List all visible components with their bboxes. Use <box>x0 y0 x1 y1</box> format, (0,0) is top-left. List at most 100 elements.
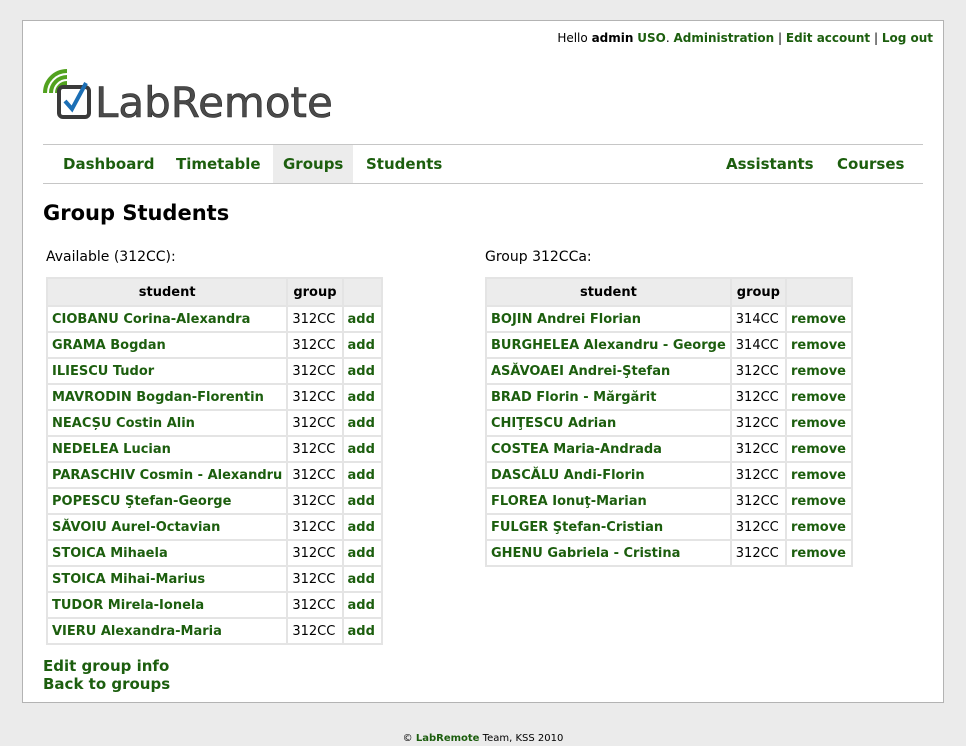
student-name-link[interactable]: BOJIN Andrei Florian <box>485 305 732 333</box>
student-name-link[interactable]: FULGER Ştefan-Cristian <box>485 513 732 541</box>
student-name-link[interactable]: GRAMA Bogdan <box>45 331 289 359</box>
student-name-link[interactable]: BRAD Florin - Mărgărit <box>485 383 732 411</box>
table-row: NEACȘU Costin Alin 312CC add <box>45 409 383 437</box>
footer-brand-link[interactable]: LabRemote <box>416 733 480 744</box>
student-group: 312CC <box>729 487 788 515</box>
student-name-link[interactable]: MAVRODIN Bogdan-Florentin <box>45 383 289 411</box>
remove-student-link[interactable]: remove <box>785 487 853 515</box>
table-row: FULGER Ştefan-Cristian 312CC remove <box>485 513 853 541</box>
nav-assistants[interactable]: Assistants <box>716 145 824 183</box>
table-row: POPESCU Ştefan-George 312CC add <box>45 487 383 515</box>
student-name-link[interactable]: POPESCU Ştefan-George <box>45 487 289 515</box>
edit-account-link[interactable]: Edit account <box>786 31 870 45</box>
student-group: 312CC <box>286 305 344 333</box>
student-group: 312CC <box>729 383 788 411</box>
student-group: 312CC <box>286 487 344 515</box>
table-row: ASĂVOAEI Andrei-Ştefan 312CC remove <box>485 357 853 385</box>
remove-student-link[interactable]: remove <box>785 305 853 333</box>
student-name-link[interactable]: STOICA Mihaela <box>45 539 289 567</box>
add-student-link[interactable]: add <box>341 565 383 593</box>
student-name-link[interactable]: BURGHELEA Alexandru - George <box>485 331 732 359</box>
student-name-link[interactable]: CIOBANU Corina-Alexandra <box>45 305 289 333</box>
student-name-link[interactable]: FLOREA Ionuţ-Marian <box>485 487 732 515</box>
remove-student-link[interactable]: remove <box>785 461 853 489</box>
nav-groups[interactable]: Groups <box>273 145 354 183</box>
student-group: 312CC <box>729 513 788 541</box>
add-student-link[interactable]: add <box>341 539 383 567</box>
student-group: 312CC <box>729 539 788 567</box>
add-student-link[interactable]: add <box>341 513 383 541</box>
student-group: 312CC <box>729 435 788 463</box>
username: admin <box>591 31 634 45</box>
student-group: 312CC <box>729 357 788 385</box>
add-student-link[interactable]: add <box>341 435 383 463</box>
table-row: FLOREA Ionuţ-Marian 312CC remove <box>485 487 853 515</box>
group-caption: Group 312CCa: <box>485 249 592 265</box>
student-name-link[interactable]: TUDOR Mirela-Ionela <box>45 591 289 619</box>
nav-courses[interactable]: Courses <box>827 145 914 183</box>
table-row: COSTEA Maria-Andrada 312CC remove <box>485 435 853 463</box>
table-row: PARASCHIV Cosmin - Alexandru 312CC add <box>45 461 383 489</box>
student-name-link[interactable]: SĂVOIU Aurel-Octavian <box>45 513 289 541</box>
remove-student-link[interactable]: remove <box>785 513 853 541</box>
student-group: 312CC <box>286 409 344 437</box>
nav-students[interactable]: Students <box>356 145 452 183</box>
edit-group-info-link[interactable]: Edit group info <box>43 657 170 675</box>
student-name-link[interactable]: VIERU Alexandra-Maria <box>45 617 289 645</box>
student-group: 312CC <box>286 383 344 411</box>
student-name-link[interactable]: ASĂVOAEI Andrei-Ştefan <box>485 357 732 385</box>
add-student-link[interactable]: add <box>341 409 383 437</box>
student-group: 314CC <box>729 331 788 359</box>
student-group: 312CC <box>286 357 344 385</box>
administration-link[interactable]: Administration <box>674 31 775 45</box>
table-row: BURGHELEA Alexandru - George 314CC remove <box>485 331 853 359</box>
add-student-link[interactable]: add <box>341 461 383 489</box>
role-link[interactable]: USO <box>637 31 666 45</box>
add-student-link[interactable]: add <box>341 487 383 515</box>
student-name-link[interactable]: STOICA Mihai-Marius <box>45 565 289 593</box>
table-row: VIERU Alexandra-Maria 312CC add <box>45 617 383 645</box>
student-name-link[interactable]: NEACȘU Costin Alin <box>45 409 289 437</box>
remove-student-link[interactable]: remove <box>785 539 853 567</box>
student-name-link[interactable]: CHIŢESCU Adrian <box>485 409 732 437</box>
student-group: 312CC <box>286 591 344 619</box>
table-row: GRAMA Bogdan 312CC add <box>45 331 383 359</box>
labremote-logo[interactable]: LabRemote <box>39 67 333 127</box>
group-students-table: student group BOJIN Andrei Florian 314CC r… <box>485 277 853 567</box>
back-to-groups-link[interactable]: Back to groups <box>43 675 170 693</box>
add-student-link[interactable]: add <box>341 617 383 645</box>
student-name-link[interactable]: DASCĂLU Andi-Florin <box>485 461 732 489</box>
add-student-link[interactable]: add <box>341 591 383 619</box>
remove-student-link[interactable]: remove <box>785 409 853 437</box>
nav-timetable[interactable]: Timetable <box>166 145 271 183</box>
column-header-student: student <box>485 277 732 307</box>
add-student-link[interactable]: add <box>341 305 383 333</box>
add-student-link[interactable]: add <box>341 357 383 385</box>
column-header-student: student <box>45 277 289 307</box>
student-group: 312CC <box>286 461 344 489</box>
column-header-group: group <box>286 277 344 307</box>
logout-link[interactable]: Log out <box>882 31 933 45</box>
table-row: NEDELEA Lucian 312CC add <box>45 435 383 463</box>
bottom-links: Edit group info Back to groups <box>43 657 170 693</box>
available-caption: Available (312CC): <box>46 249 176 265</box>
student-name-link[interactable]: NEDELEA Lucian <box>45 435 289 463</box>
student-group: 312CC <box>286 513 344 541</box>
student-group: 312CC <box>286 435 344 463</box>
remove-student-link[interactable]: remove <box>785 435 853 463</box>
remove-student-link[interactable]: remove <box>785 383 853 411</box>
remove-student-link[interactable]: remove <box>785 331 853 359</box>
student-name-link[interactable]: GHENU Gabriela - Cristina <box>485 539 732 567</box>
column-header-group: group <box>729 277 788 307</box>
student-name-link[interactable]: PARASCHIV Cosmin - Alexandru <box>45 461 289 489</box>
footer: © LabRemote Team, KSS 2010 <box>0 733 966 744</box>
nav-dashboard[interactable]: Dashboard <box>53 145 164 183</box>
student-name-link[interactable]: ILIESCU Tudor <box>45 357 289 385</box>
add-student-link[interactable]: add <box>341 383 383 411</box>
student-name-link[interactable]: COSTEA Maria-Andrada <box>485 435 732 463</box>
remove-student-link[interactable]: remove <box>785 357 853 385</box>
logo-text: LabRemote <box>95 78 331 125</box>
table-row: STOICA Mihaela 312CC add <box>45 539 383 567</box>
add-student-link[interactable]: add <box>341 331 383 359</box>
table-row: CHIŢESCU Adrian 312CC remove <box>485 409 853 437</box>
